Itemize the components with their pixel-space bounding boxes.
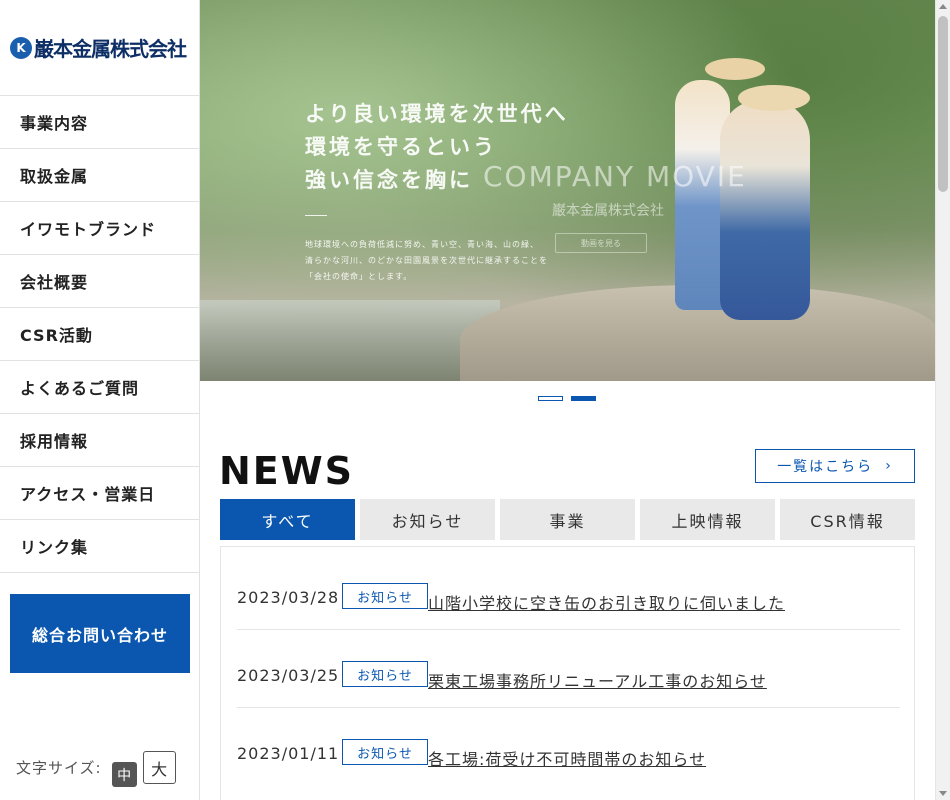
tab-csr[interactable]: CSR情報 [780, 499, 915, 540]
sidebar: K 巌本金属株式会社 事業内容 取扱金属 イワモトブランド 会社概要 CSR活動… [0, 0, 200, 800]
news-tabs: すべて お知らせ 事業 上映情報 CSR情報 [220, 499, 915, 540]
news-more-label: 一覧はこちら [777, 459, 874, 475]
font-size-label: 文字サイズ: [16, 759, 102, 777]
tab-notice[interactable]: お知らせ [360, 499, 495, 540]
company-movie-subtitle: 巌本金属株式会社 [552, 203, 664, 219]
news-link[interactable]: 栗東工場事務所リニューアル工事のお知らせ [428, 668, 767, 692]
watch-movie-button[interactable]: 動画を見る [555, 233, 647, 253]
hero-river [200, 300, 500, 381]
site-logo[interactable]: K 巌本金属株式会社 [0, 0, 199, 96]
news-more-button[interactable]: 一覧はこちら › [755, 449, 915, 483]
news-date: 2023/03/25 [237, 666, 340, 685]
hero-mission-line: 清らかな河川、のどかな田園風景を次世代に継承することを [305, 256, 548, 265]
slider-dot-1[interactable] [538, 396, 563, 401]
logo-text: 巌本金属株式会社 [34, 37, 187, 61]
logo-mark-icon: K [10, 36, 32, 59]
news-category-badge: お知らせ [342, 661, 428, 687]
page-scrollbar[interactable] [935, 0, 950, 800]
news-item: 2023/03/25 お知らせ 栗東工場事務所リニューアル工事のお知らせ [237, 630, 900, 708]
news-category-badge: お知らせ [342, 739, 428, 765]
news-category-badge: お知らせ [342, 583, 428, 609]
tab-screening[interactable]: 上映情報 [640, 499, 775, 540]
contact-button[interactable]: 総合お問い合わせ [10, 594, 190, 673]
font-size-medium-button[interactable]: 中 [111, 762, 137, 787]
tab-business[interactable]: 事業 [500, 499, 635, 540]
nav-item-links[interactable]: リンク集 [0, 520, 199, 573]
font-size-switcher: 文字サイズ: 中 大 [16, 748, 176, 787]
nav-item-access[interactable]: アクセス・営業日 [0, 467, 199, 520]
hero-figure-woman [720, 100, 810, 320]
nav-item-faq[interactable]: よくあるご質問 [0, 361, 199, 414]
nav-item-company[interactable]: 会社概要 [0, 255, 199, 308]
hero-mission-line: 地球環境への負荷低減に努め、青い空、青い海、山の緑、 [305, 240, 539, 249]
tab-all[interactable]: すべて [220, 499, 355, 540]
news-item: 2023/03/28 お知らせ 山階小学校に空き缶のお引き取りに伺いました [237, 552, 900, 630]
chevron-right-icon: › [885, 458, 893, 474]
news-item: 2023/01/11 お知らせ 各工場:荷受け不可時間帯のお知らせ [237, 708, 900, 786]
news-date: 2023/03/28 [237, 588, 340, 607]
nav-item-csr[interactable]: CSR活動 [0, 308, 199, 361]
news-heading: NEWS [219, 449, 355, 493]
news-link[interactable]: 山階小学校に空き缶のお引き取りに伺いました [428, 590, 785, 614]
main-nav: 事業内容 取扱金属 イワモトブランド 会社概要 CSR活動 よくあるご質問 採用… [0, 96, 199, 573]
hero-hat [705, 58, 765, 80]
slider-dot-2[interactable] [571, 396, 596, 401]
nav-item-business[interactable]: 事業内容 [0, 96, 199, 149]
hero-slider: より良い環境を次世代へ 環境を守るという 強い信念を胸に COMPANY MOV… [200, 0, 935, 381]
news-date: 2023/01/11 [237, 744, 340, 763]
hero-mission-line: 「会社の使命」とします。 [305, 272, 413, 281]
scrollbar-thumb[interactable] [938, 16, 948, 192]
font-size-large-button[interactable]: 大 [142, 751, 176, 784]
nav-item-brand[interactable]: イワモトブランド [0, 202, 199, 255]
hero-mission-text: 地球環境への負荷低減に努め、青い空、青い海、山の緑、 清らかな河川、のどかな田園… [305, 237, 548, 285]
nav-item-recruit[interactable]: 採用情報 [0, 414, 199, 467]
news-link[interactable]: 各工場:荷受け不可時間帯のお知らせ [428, 746, 706, 770]
slider-pagination [538, 396, 596, 401]
news-list: 2023/03/28 お知らせ 山階小学校に空き缶のお引き取りに伺いました 20… [220, 546, 915, 800]
hero-copy-line: より良い環境を次世代へ [305, 102, 569, 126]
company-movie-title: COMPANY MOVIE [483, 160, 747, 193]
hero-hat [738, 85, 810, 111]
scroll-up-arrow-icon[interactable] [939, 4, 947, 9]
scroll-down-arrow-icon[interactable] [939, 791, 947, 796]
nav-item-metals[interactable]: 取扱金属 [0, 149, 199, 202]
hero-divider [305, 215, 327, 216]
